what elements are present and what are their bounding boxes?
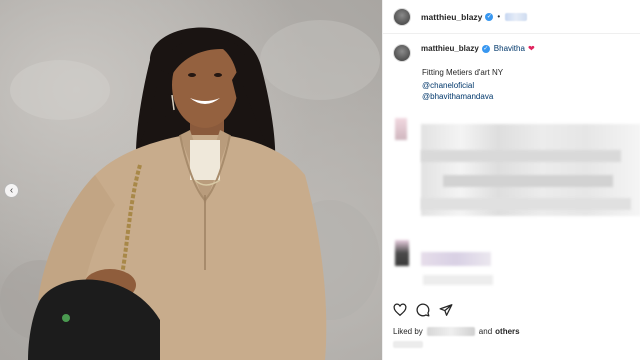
- post-photo[interactable]: ‹: [0, 0, 382, 360]
- blurred-comments: [423, 275, 493, 285]
- caption-handle-link[interactable]: @bhavithamandava: [422, 91, 503, 102]
- blurred-comments: [421, 252, 491, 266]
- blurred-comments: [421, 198, 631, 210]
- verified-badge-icon: ✓: [485, 12, 494, 21]
- chevron-left-icon: ‹: [9, 184, 14, 196]
- photo-illustration: [0, 20, 380, 360]
- post-side-panel: matthieu_blazy ✓ • matthieu_blazy ✓ Bhav…: [382, 0, 640, 360]
- caption-body: Fitting Metiers d'art NY @chaneloficial …: [422, 67, 503, 102]
- blurred-comments: [421, 150, 621, 162]
- caption-header: matthieu_blazy ✓ Bhavitha ❤: [421, 44, 535, 62]
- paper-plane-icon[interactable]: [439, 303, 453, 317]
- heart-outline-icon[interactable]: [393, 303, 407, 317]
- liked-by-user-blurred[interactable]: [426, 327, 475, 336]
- comment-bubble-icon[interactable]: [416, 303, 430, 317]
- follow-button-blurred[interactable]: [505, 12, 528, 21]
- blurred-comment-avatar: [395, 118, 407, 140]
- header-separator: •: [497, 12, 501, 21]
- caption-text: Fitting Metiers d'art NY: [422, 68, 504, 77]
- post-author-username[interactable]: matthieu_blazy: [421, 12, 482, 22]
- blurred-comments: [443, 175, 613, 187]
- caption-mention: Bhavitha: [493, 44, 525, 53]
- liked-by: Liked by and others: [393, 327, 520, 336]
- red-heart-icon: ❤: [527, 44, 535, 53]
- liked-by-others-link[interactable]: others: [495, 327, 519, 336]
- post-actions: [393, 303, 453, 317]
- liked-by-prefix: Liked by: [393, 327, 423, 336]
- post-header: matthieu_blazy ✓ •: [383, 0, 640, 34]
- caption: matthieu_blazy ✓ Bhavitha ❤: [393, 44, 633, 62]
- post-timestamp-blurred: [393, 341, 423, 348]
- caption-handle-link[interactable]: @chaneloficial: [422, 80, 503, 91]
- blurred-comment-avatar: [395, 240, 409, 266]
- caption-avatar[interactable]: [393, 44, 411, 62]
- verified-badge-icon: ✓: [481, 44, 490, 53]
- avatar[interactable]: [393, 7, 411, 26]
- previous-photo-button[interactable]: ‹: [4, 183, 19, 198]
- caption-username[interactable]: matthieu_blazy: [421, 44, 479, 53]
- liked-by-joiner: and: [478, 327, 493, 336]
